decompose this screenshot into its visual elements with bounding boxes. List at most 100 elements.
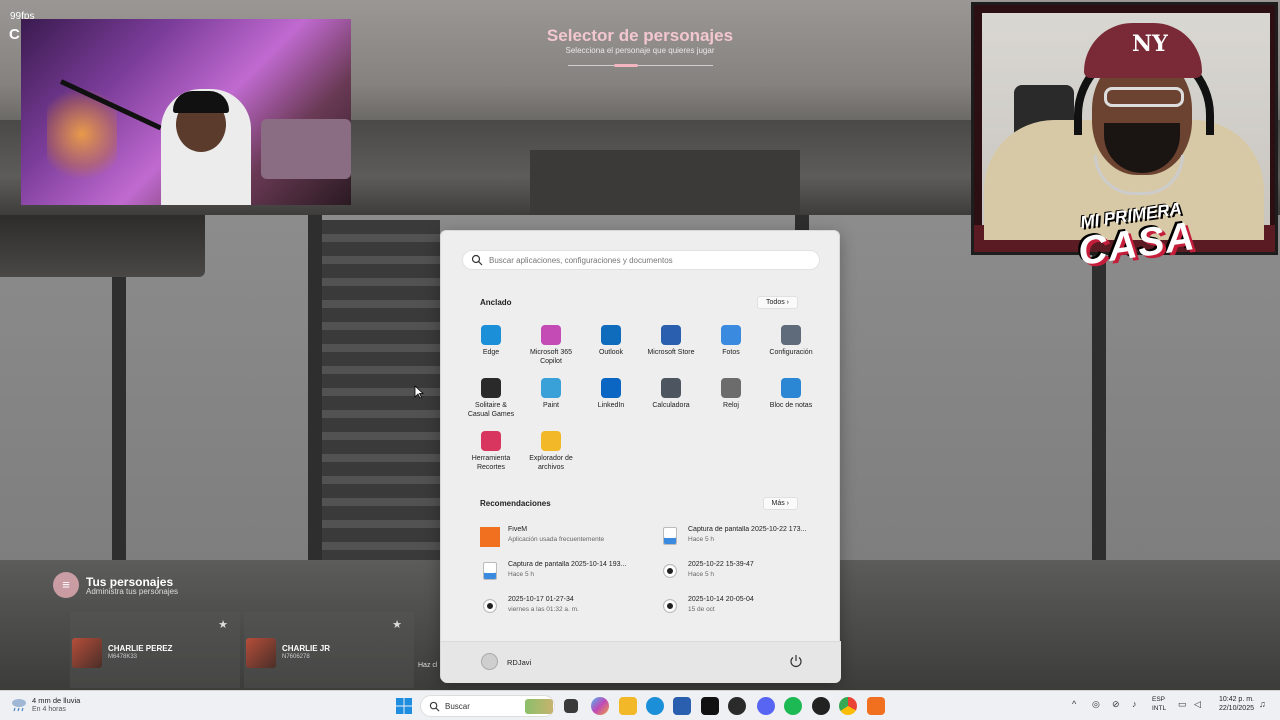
discord-icon[interactable]	[757, 697, 775, 715]
language-code[interactable]: ESP	[1152, 696, 1165, 703]
mouse-cursor-icon	[414, 385, 424, 399]
search-icon	[471, 254, 483, 266]
more-recommended-button[interactable]: Más ›	[762, 497, 798, 510]
character-card[interactable]: CHARLIE JR N7606278 ★	[244, 612, 414, 688]
streamer-cap	[173, 91, 229, 113]
recommended-item[interactable]: Captura de pantalla 2025-10-22 173... Hac…	[660, 524, 830, 552]
taskbar-search-label: Buscar	[445, 702, 470, 711]
video-file-icon	[663, 564, 677, 578]
gear-icon	[781, 325, 801, 345]
recommended-subtitle: 15 de oct	[688, 606, 715, 613]
start-search-input[interactable]	[489, 253, 809, 268]
clock-icon	[721, 378, 741, 398]
recommended-item[interactable]: Captura de pantalla 2025-10-14 193... Hac…	[480, 559, 650, 587]
character-name: CHARLIE JR	[282, 644, 331, 653]
search-highlight-image	[525, 699, 553, 714]
ceiling-beam-dark	[530, 150, 800, 215]
store-icon	[661, 325, 681, 345]
solitaire-icon	[481, 378, 501, 398]
recommended-item[interactable]: FiveM Aplicación usada frecuentemente	[480, 524, 650, 552]
rain-cloud-icon[interactable]	[10, 697, 28, 713]
recommended-item[interactable]: 2025-10-14 20-05-04 15 de oct	[660, 594, 830, 622]
pinned-app-label: Bloc de notas	[769, 402, 813, 409]
pinned-label: Anclado	[480, 298, 512, 307]
volume-icon[interactable]: ◁	[1194, 699, 1201, 710]
recommended-subtitle: viernes a las 01:32 a. m.	[508, 606, 579, 613]
pinned-app[interactable]: Explorador de archivos	[516, 431, 586, 481]
menu-icon[interactable]: ≡	[53, 572, 79, 598]
title-divider-accent	[614, 64, 638, 67]
windows-start-icon[interactable]	[396, 698, 412, 714]
video-file-icon	[663, 599, 677, 613]
recommended-title: FiveM	[508, 526, 528, 533]
pinned-app-label: Explorador de archivos	[529, 455, 573, 471]
recommended-title: 2025-10-22 15-39-47	[688, 561, 754, 568]
character-card[interactable]: CHARLIE PEREZ M6478K33 ★	[70, 612, 240, 688]
recommended-title: 2025-10-14 20-05-04	[688, 596, 754, 603]
photos-icon	[721, 325, 741, 345]
chrome-icon[interactable]	[839, 697, 857, 715]
notepad-icon	[781, 378, 801, 398]
folder-icon	[541, 431, 561, 451]
store-icon[interactable]	[673, 697, 691, 715]
character-name: CHARLIE PEREZ	[108, 644, 173, 653]
obs-icon[interactable]	[812, 697, 830, 715]
weather-line2[interactable]: En 4 horas	[32, 706, 66, 713]
fivem-icon	[480, 527, 500, 547]
clock-date[interactable]: 22/10/2025	[1206, 705, 1254, 712]
recommended-subtitle: Aplicación usada frecuentemente	[508, 536, 605, 543]
fivem-icon[interactable]	[867, 697, 885, 715]
recommended-title: Captura de pantalla 2025-10-14 193...	[508, 561, 627, 568]
snipping-tool-icon	[481, 431, 501, 451]
characters-subtitle: Administra tus personajes	[86, 587, 179, 596]
calculator-icon	[661, 378, 681, 398]
file-explorer-icon[interactable]	[619, 697, 637, 715]
edge-icon[interactable]	[646, 697, 664, 715]
page-subtitle: Selecciona el personaje que quieres juga…	[565, 46, 715, 55]
taskbar-search[interactable]: Buscar	[420, 695, 555, 717]
sofa	[261, 119, 351, 179]
search-icon	[429, 701, 440, 712]
lamp-glow	[47, 79, 117, 189]
task-view-icon[interactable]	[564, 699, 578, 713]
terminal-icon[interactable]	[701, 697, 719, 715]
chevron-up-icon[interactable]: ^	[1072, 699, 1076, 709]
notification-bell-icon[interactable]: ♫	[1259, 699, 1266, 709]
hidden-icon[interactable]: ⊘	[1112, 699, 1120, 710]
recommended-item[interactable]: 2025-10-22 15-39-47 Hace 5 h	[660, 559, 830, 587]
outlook-icon	[601, 325, 621, 345]
wifi-icon[interactable]: ▭	[1178, 699, 1187, 710]
start-menu: Anclado Todos › EdgeMicrosoft 365 Copilo…	[440, 230, 841, 683]
character-id: M6478K33	[108, 654, 138, 660]
taskbar: 4 mm de lluvia En 4 horas Buscar ^ ◎ ⊘ ♪…	[0, 690, 1280, 720]
network-app-icon[interactable]: ◎	[1092, 699, 1100, 710]
recommended-title: 2025-10-17 01-27-34	[508, 596, 574, 603]
start-menu-footer: RDJavi	[441, 641, 841, 683]
recommended-subtitle: Hace 5 h	[688, 536, 715, 543]
user-avatar-icon[interactable]	[481, 653, 498, 670]
all-apps-button[interactable]: Todos ›	[757, 296, 798, 309]
keyboard-layout[interactable]: INTL	[1152, 705, 1166, 712]
spotify-icon[interactable]	[784, 697, 802, 715]
user-name[interactable]: RDJavi	[507, 658, 531, 667]
character-avatar	[246, 638, 276, 668]
power-icon[interactable]	[789, 654, 803, 668]
copilot-icon[interactable]	[591, 697, 609, 715]
recommended-title: Captura de pantalla 2025-10-22 173...	[688, 526, 807, 533]
steam-like-icon[interactable]	[728, 697, 746, 715]
microphone-icon[interactable]: ♪	[1132, 699, 1137, 709]
clock-time[interactable]: 10:42 p. m.	[1206, 696, 1254, 703]
paint-icon	[541, 378, 561, 398]
star-icon[interactable]: ★	[218, 618, 228, 631]
weather-line1[interactable]: 4 mm de lluvia	[32, 696, 80, 705]
star-icon[interactable]: ★	[392, 618, 402, 631]
recommended-subtitle: Hace 5 h	[688, 571, 715, 578]
recommended-item[interactable]: 2025-10-17 01-27-34 viernes a las 01:32 a…	[480, 594, 650, 622]
recommended-subtitle: Hace 5 h	[508, 571, 535, 578]
pinned-app[interactable]: Bloc de notas	[756, 378, 826, 428]
page-title: Selector de personajes	[546, 26, 734, 45]
start-search-box[interactable]	[462, 250, 820, 270]
pinned-app[interactable]: Configuración	[756, 325, 826, 375]
cap-logo: NY	[1132, 31, 1168, 57]
edge-icon	[481, 325, 501, 345]
